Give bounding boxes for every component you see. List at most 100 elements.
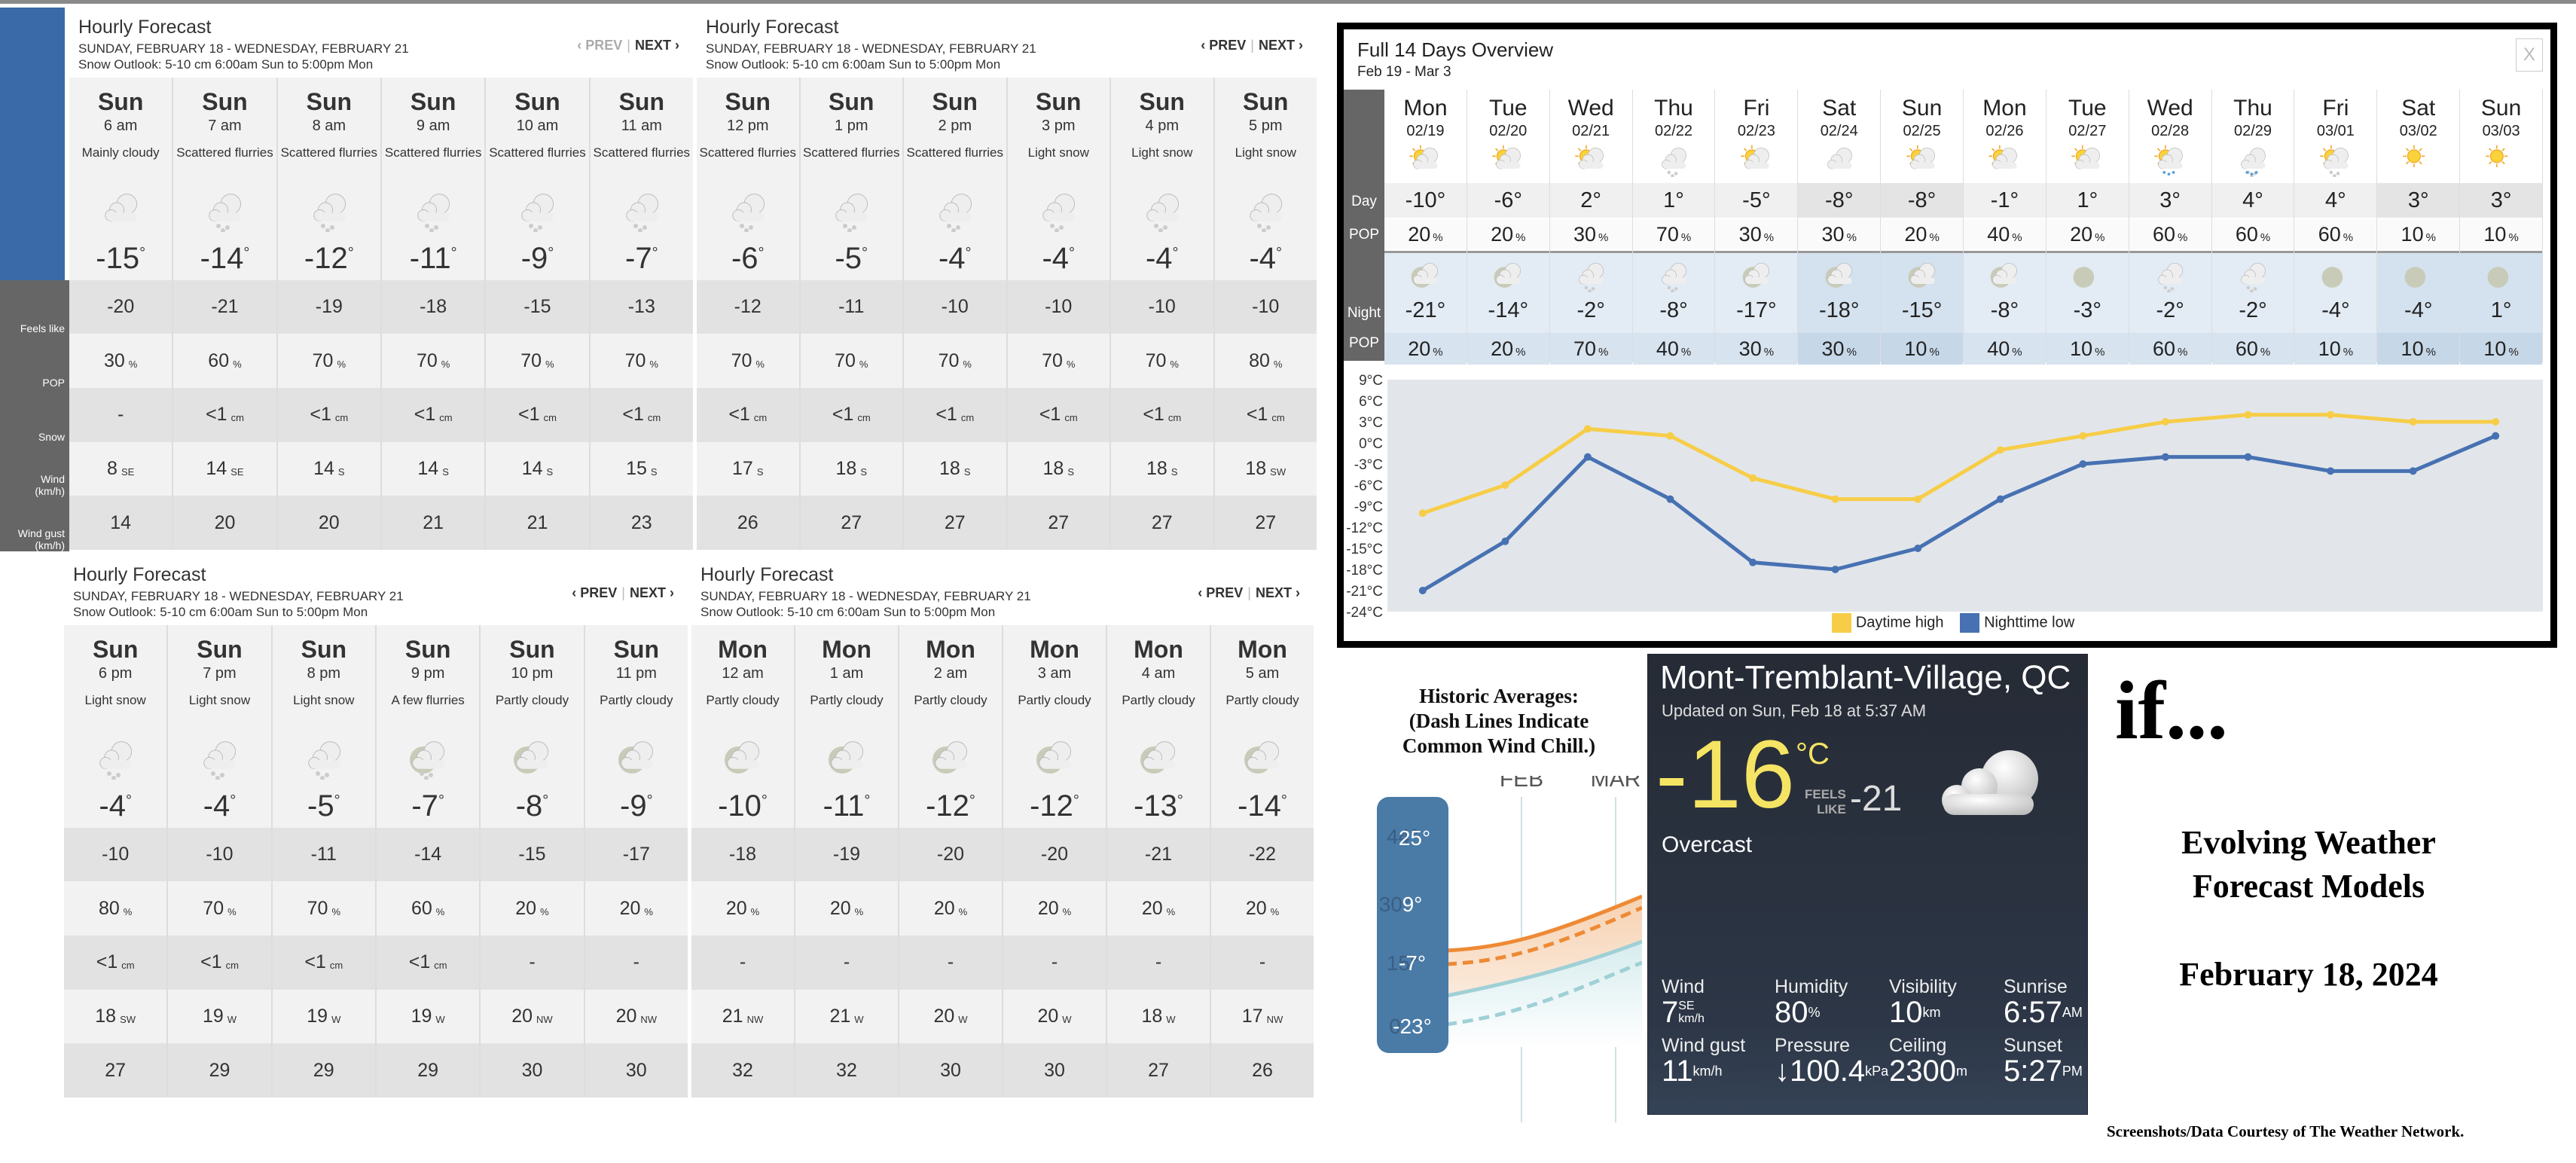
sun-ray bbox=[2405, 160, 2410, 165]
row-label: Wind gust (km/h) bbox=[17, 527, 65, 551]
snowflake bbox=[955, 225, 960, 230]
pop-unit: % bbox=[1846, 346, 1857, 359]
sun-cloud-icon-graphic bbox=[1906, 145, 1935, 169]
pop-cell: 70% bbox=[381, 334, 485, 389]
hour-temp: -6° bbox=[697, 242, 799, 276]
y-tick-label: -9°C bbox=[1354, 499, 1383, 515]
hour-condition: Partly cloudy bbox=[1122, 693, 1195, 707]
overview-night: -21° 20% bbox=[1384, 251, 1467, 365]
pop-value: 10 bbox=[2483, 337, 2507, 360]
sun-cloud-icon bbox=[1987, 142, 2022, 177]
snowflake bbox=[748, 225, 753, 230]
prev-button[interactable]: ‹ PREV bbox=[572, 585, 617, 600]
stat-wind: Wind 7 SE km/h bbox=[1662, 977, 1775, 1028]
y-tick: 25° bbox=[1399, 826, 1430, 850]
temp-value: -6 bbox=[731, 241, 758, 275]
cloud-shape bbox=[412, 741, 445, 770]
degree-symbol: ° bbox=[347, 244, 354, 261]
hour-temp: -4° bbox=[1111, 242, 1213, 276]
pop-value: 10 bbox=[2401, 223, 2424, 246]
overview-day-name: Tue bbox=[2068, 96, 2107, 121]
snowflake bbox=[1055, 228, 1060, 233]
overview-night-pop: 10% bbox=[2460, 333, 2543, 365]
hour-condition: Scattered flurries bbox=[176, 145, 273, 160]
pop-unit: % bbox=[649, 358, 658, 370]
hour-temp: -5° bbox=[801, 242, 903, 276]
hour-temp: -12° bbox=[278, 242, 380, 276]
snowflakes bbox=[946, 224, 960, 233]
cloud-base bbox=[414, 760, 444, 769]
wind-gust-cell: 20 bbox=[173, 496, 276, 550]
pop-value: 30 bbox=[1573, 223, 1596, 246]
snow-cell: <1 cm bbox=[168, 936, 271, 990]
moon-cloud-icon-graphic bbox=[1412, 262, 1439, 288]
prev-button[interactable]: ‹ PREV bbox=[1198, 585, 1243, 600]
prev-button[interactable]: ‹ PREV bbox=[1201, 38, 1246, 53]
hour-day: Mon bbox=[718, 636, 768, 663]
wind-value: 20 bbox=[1037, 1006, 1059, 1027]
feels-like-label: FEELS LIKE bbox=[1805, 787, 1846, 817]
next-button[interactable]: NEXT › bbox=[635, 38, 679, 53]
snowflake bbox=[1671, 289, 1674, 293]
moon-cloud-icon bbox=[1491, 258, 1525, 292]
close-button[interactable]: X bbox=[2516, 38, 2543, 72]
stat-unit: m bbox=[1955, 1064, 1967, 1079]
wind-gust-cell: 30 bbox=[481, 1043, 584, 1097]
snowflake bbox=[215, 776, 221, 780]
snowflake bbox=[216, 224, 221, 228]
data-point bbox=[1749, 474, 1757, 482]
night-cloud-icon-graphic bbox=[725, 741, 760, 774]
snow-cell: - bbox=[1003, 936, 1106, 990]
data-point bbox=[2409, 418, 2417, 426]
next-button[interactable]: NEXT › bbox=[1256, 585, 1300, 600]
next-button[interactable]: NEXT › bbox=[1259, 38, 1303, 53]
snowflakes bbox=[1667, 285, 1678, 293]
wind-value: 17 bbox=[732, 458, 753, 480]
wind-cell: 18 S bbox=[800, 441, 902, 496]
stat-label: Pressure bbox=[1775, 1035, 1851, 1056]
wind-gust-cell: 32 bbox=[691, 1043, 794, 1097]
night-cloud-icon-graphic bbox=[618, 741, 653, 774]
hour-temp: -14° bbox=[1211, 789, 1314, 823]
wind-value: 19 bbox=[411, 1006, 432, 1027]
snowflake bbox=[1674, 287, 1678, 291]
degree-symbol: ° bbox=[1276, 244, 1283, 261]
wind-cell: 21 W bbox=[795, 989, 898, 1044]
stat-humidity: Humidity 80% bbox=[1775, 977, 1889, 1028]
cloud-base bbox=[1415, 277, 1438, 285]
headline-line-1: Evolving Weather bbox=[2181, 824, 2436, 861]
wind-value: 21 bbox=[722, 1006, 743, 1027]
raindrop bbox=[2167, 172, 2171, 176]
data-point bbox=[2409, 467, 2417, 475]
snow-cell: <1 cm bbox=[486, 388, 589, 442]
wind-gust-cell: 27 bbox=[1111, 496, 1213, 550]
hour-column: Sun 7 pm Light snow -4° -10 70% <1 cm 19 W 29 bbox=[168, 625, 273, 1097]
snowflake bbox=[429, 773, 434, 777]
hour-condition: Scattered flurries bbox=[593, 145, 691, 160]
moon-shape bbox=[2321, 267, 2343, 288]
wind-gust-cell: 27 bbox=[1214, 496, 1317, 550]
overview-day-column: Sun 02/25 -8° 20% -15° 10% bbox=[1881, 90, 1964, 365]
hour-summary: Mon 4 am Partly cloudy -13° bbox=[1107, 625, 1210, 828]
pagination-separator: | bbox=[1250, 38, 1254, 53]
cloud-shape bbox=[209, 194, 242, 222]
next-button[interactable]: NEXT › bbox=[630, 585, 674, 600]
panel-header: Hourly Forecast SUNDAY, FEBRUARY 18 - WED… bbox=[697, 6, 1317, 72]
overview-day-column: Mon 02/26 -1° 40% -8° 40% bbox=[1964, 90, 2046, 365]
overview-date: 03/03 bbox=[2482, 123, 2520, 139]
pop-value: 30 bbox=[1821, 223, 1845, 246]
degree-symbol: ° bbox=[230, 792, 237, 809]
hour-day: Mon bbox=[1134, 636, 1183, 663]
overview-night-pop: 10% bbox=[2377, 333, 2460, 365]
legend-swatch-high bbox=[1831, 613, 1851, 633]
sun-icon bbox=[2484, 142, 2519, 177]
historic-chart: FEB MAR 44° 30° 15° 0 25° 9° -7° -23° bbox=[1377, 776, 1642, 1122]
hour-time: 3 pm bbox=[1042, 118, 1076, 134]
degree-symbol: ° bbox=[1172, 244, 1179, 261]
pop-cell: 20% bbox=[899, 881, 1002, 936]
snow-outlook: Snow Outlook: 5-10 cm 6:00am Sun to 5:00… bbox=[706, 57, 1001, 72]
date-range: SUNDAY, FEBRUARY 18 - WEDNESDAY, FEBRUAR… bbox=[700, 589, 1031, 603]
overview-title: Full 14 Days Overview bbox=[1357, 38, 1554, 61]
degree-symbol: ° bbox=[438, 792, 444, 809]
hour-summary: Sun 10 pm Partly cloudy -8° bbox=[481, 625, 584, 828]
